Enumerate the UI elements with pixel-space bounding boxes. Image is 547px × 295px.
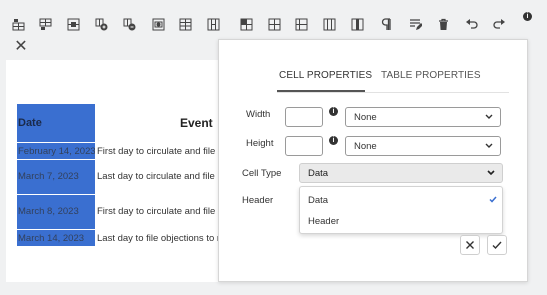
chevron-down-icon bbox=[485, 143, 493, 148]
vertical-align-top-icon[interactable] bbox=[239, 17, 253, 31]
table-cell-event[interactable]: Last day to circulate and file nominatin… bbox=[95, 160, 236, 182]
width-info-icon[interactable]: i bbox=[329, 107, 338, 116]
tab-cell-properties[interactable]: CELL PROPERTIES bbox=[279, 70, 372, 81]
dropdown-option-data[interactable]: Data bbox=[308, 195, 328, 206]
delete-row-icon[interactable] bbox=[122, 17, 136, 31]
height-info-icon[interactable]: i bbox=[329, 136, 338, 145]
height-label: Height bbox=[246, 138, 274, 149]
apply-button[interactable] bbox=[487, 235, 507, 255]
width-label: Width bbox=[246, 109, 271, 120]
insert-row-above-icon[interactable] bbox=[11, 17, 25, 31]
insert-column-left-icon[interactable] bbox=[66, 17, 80, 31]
chevron-down-icon bbox=[485, 114, 493, 119]
table-edit-icon[interactable] bbox=[408, 17, 422, 31]
table-header-row: Date Event bbox=[17, 104, 236, 142]
chevron-down-icon bbox=[487, 170, 495, 176]
width-input[interactable] bbox=[285, 107, 323, 127]
table-cell-date[interactable]: March 8, 2023 bbox=[17, 195, 95, 229]
paragraph-icon[interactable] bbox=[379, 17, 393, 31]
check-icon bbox=[492, 241, 502, 250]
vertical-align-middle-icon[interactable] bbox=[267, 17, 281, 31]
table-cell-event[interactable]: Last day to file objections to nominatin… bbox=[95, 230, 236, 244]
table-row: March 8, 2023 First day to circulate and… bbox=[17, 194, 236, 229]
table-split-icon[interactable] bbox=[322, 17, 336, 31]
cell-type-select[interactable]: Data bbox=[299, 163, 503, 183]
table-row: March 14, 2023 Last day to file objectio… bbox=[17, 229, 236, 246]
properties-panel: CELL PROPERTIES TABLE PROPERTIES Width i… bbox=[218, 39, 528, 282]
insert-row-below-icon[interactable] bbox=[38, 17, 52, 31]
column-layout-icon[interactable] bbox=[350, 17, 364, 31]
table-cell-date[interactable]: February 14, 2023 bbox=[17, 143, 95, 159]
vertical-align-bottom-icon[interactable] bbox=[294, 17, 308, 31]
tab-table-properties[interactable]: TABLE PROPERTIES bbox=[381, 70, 481, 81]
check-icon bbox=[489, 196, 497, 203]
trash-icon[interactable] bbox=[436, 17, 450, 31]
delete-column-icon[interactable] bbox=[151, 17, 165, 31]
cancel-button[interactable] bbox=[460, 235, 480, 255]
header-cell-event[interactable]: Event bbox=[95, 104, 236, 142]
table-cell-event[interactable]: First day to circulate and file nominati… bbox=[95, 195, 236, 217]
table-toolbar: i bbox=[0, 0, 547, 36]
document-table: Date Event February 14, 2023 First day t… bbox=[17, 104, 236, 246]
document-canvas: Date Event February 14, 2023 First day t… bbox=[6, 60, 236, 282]
height-unit-value: None bbox=[354, 141, 377, 152]
cell-type-label: Cell Type bbox=[242, 168, 282, 179]
header-label: Header bbox=[242, 195, 274, 206]
width-unit-value: None bbox=[354, 112, 377, 123]
table-cell-date[interactable]: March 7, 2023 bbox=[17, 160, 95, 194]
height-unit-select[interactable]: None bbox=[345, 136, 501, 156]
width-unit-select[interactable]: None bbox=[345, 107, 501, 127]
table-cell-event[interactable]: First day to circulate and file nominati… bbox=[95, 143, 236, 157]
info-icon[interactable]: i bbox=[523, 12, 532, 21]
table-row: March 7, 2023 Last day to circulate and … bbox=[17, 159, 236, 194]
close-button[interactable]: ✕ bbox=[14, 39, 28, 55]
split-cell-horizontal-icon[interactable] bbox=[206, 17, 220, 31]
height-input[interactable] bbox=[285, 136, 323, 156]
insert-column-right-icon[interactable] bbox=[94, 17, 108, 31]
dropdown-option-header[interactable]: Header bbox=[308, 216, 339, 227]
merge-cells-icon[interactable] bbox=[178, 17, 192, 31]
close-icon bbox=[466, 241, 474, 249]
redo-icon[interactable] bbox=[492, 17, 506, 31]
tab-divider bbox=[277, 92, 509, 93]
table-row: February 14, 2023 First day to circulate… bbox=[17, 142, 236, 159]
table-cell-date[interactable]: March 14, 2023 bbox=[17, 230, 95, 246]
cell-type-dropdown: Data Header bbox=[299, 186, 503, 234]
cell-type-value: Data bbox=[308, 168, 329, 179]
header-cell-date[interactable]: Date bbox=[17, 104, 95, 142]
undo-icon[interactable] bbox=[464, 17, 478, 31]
